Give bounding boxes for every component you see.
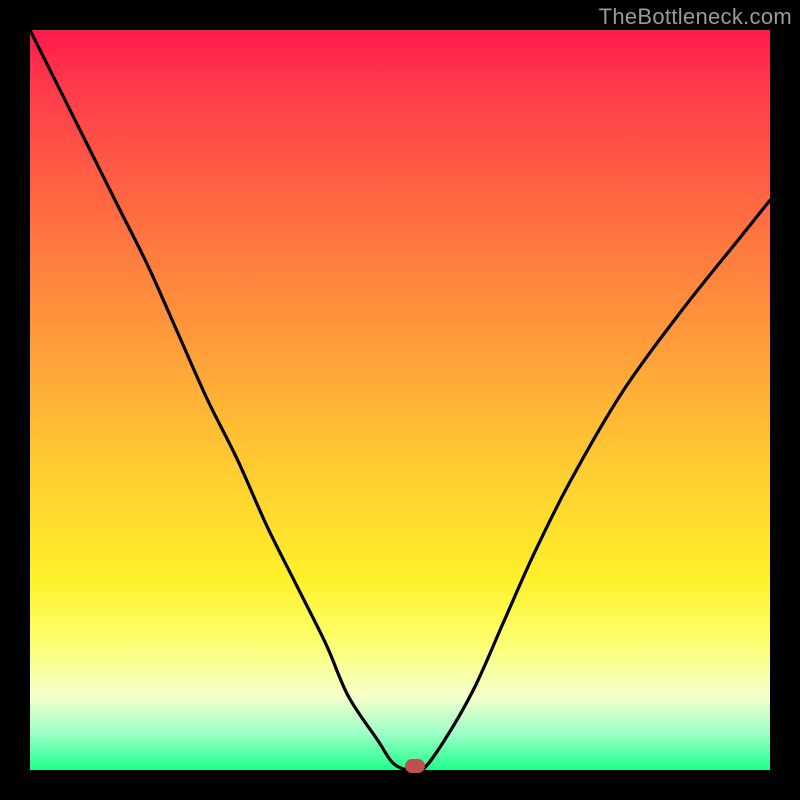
chart-frame: TheBottleneck.com xyxy=(0,0,800,800)
watermark-text: TheBottleneck.com xyxy=(599,4,792,30)
chart-marker xyxy=(405,759,425,773)
chart-plot-area xyxy=(30,30,770,770)
